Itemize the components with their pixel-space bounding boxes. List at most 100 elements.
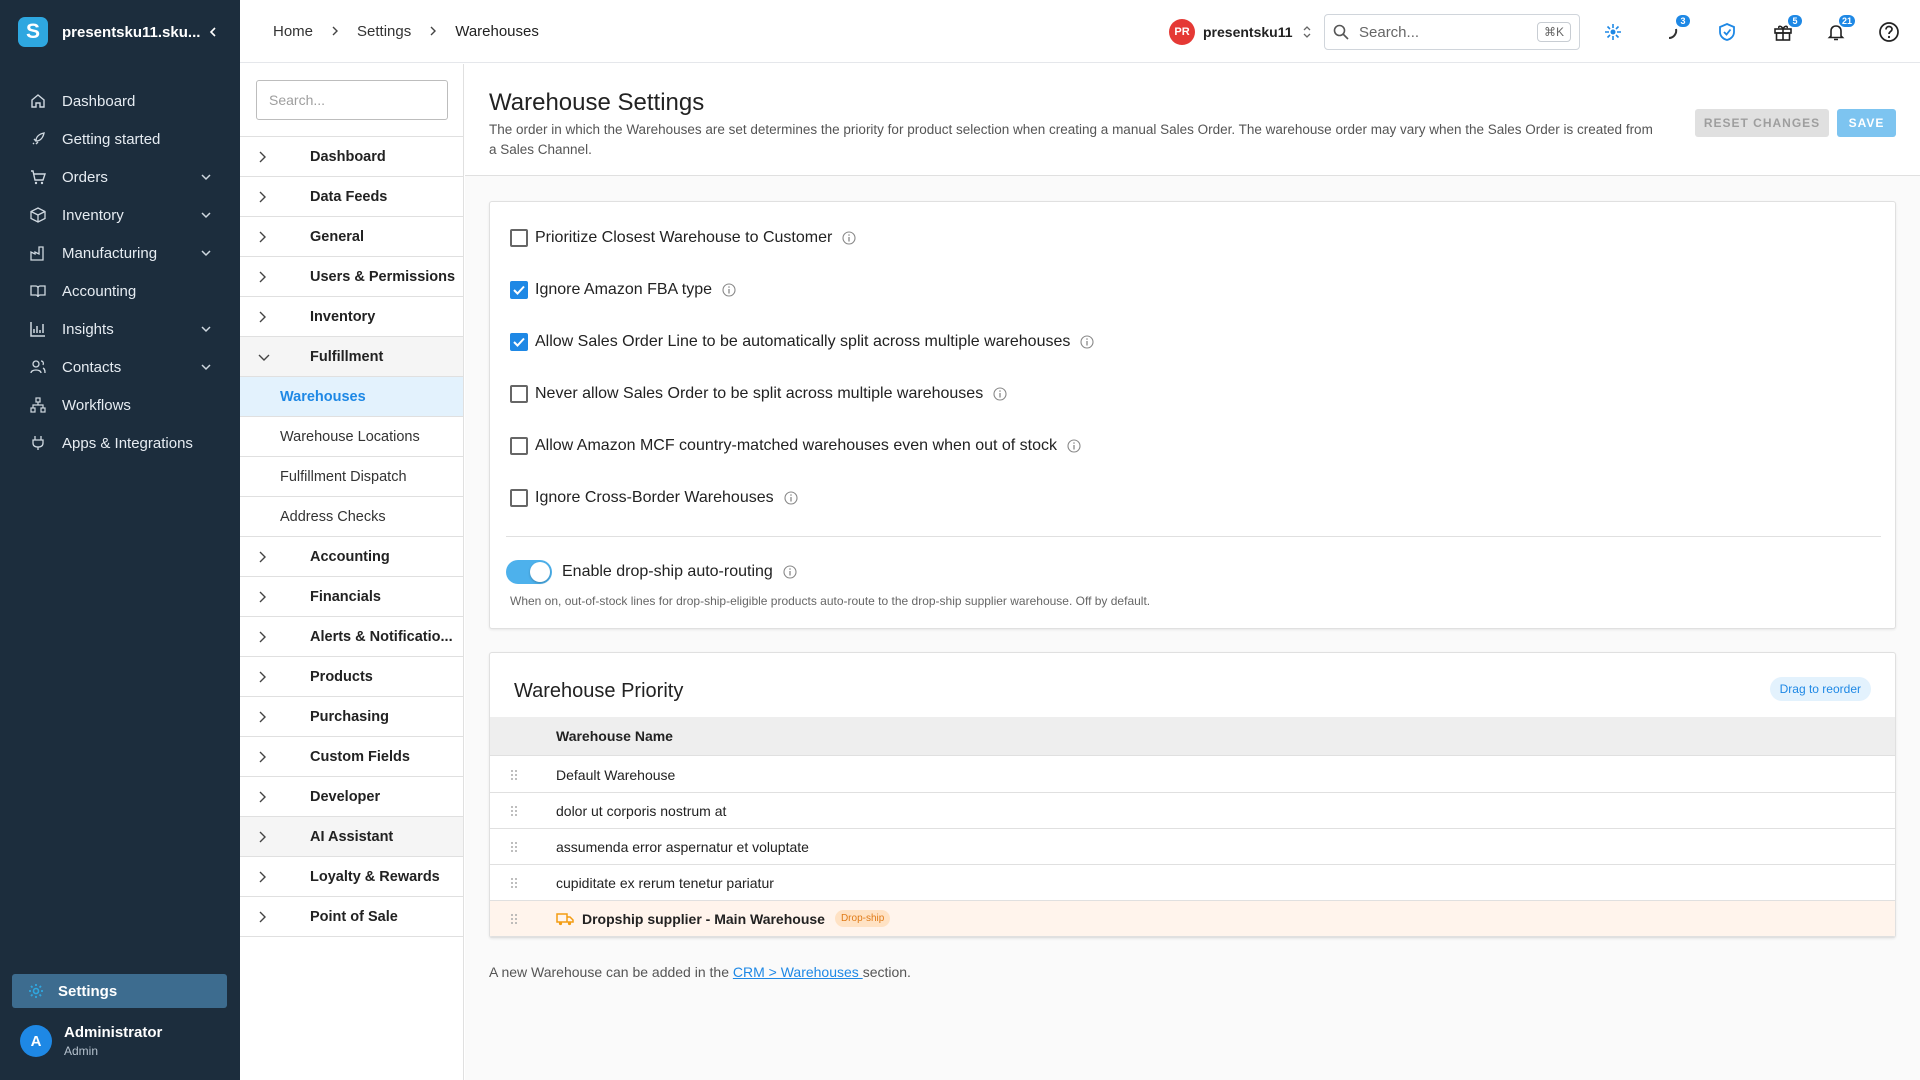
option-never-split[interactable]: Never allow Sales Order to be split acro… bbox=[510, 382, 1007, 406]
workflow-icon bbox=[28, 395, 48, 415]
settings-nav-item[interactable]: Accounting bbox=[240, 537, 463, 577]
settings-nav-label: Alerts & Notificatio... bbox=[310, 628, 453, 645]
sidebar-item-getting-started[interactable]: Getting started bbox=[0, 120, 240, 158]
checkbox[interactable] bbox=[510, 437, 528, 455]
tasks-button[interactable]: 3 bbox=[1658, 15, 1690, 45]
table-row[interactable]: Default Warehouse bbox=[490, 757, 1895, 793]
info-icon[interactable] bbox=[1067, 439, 1081, 453]
settings-nav-item[interactable]: Data Feeds bbox=[240, 177, 463, 217]
settings-nav-label: Accounting bbox=[310, 548, 390, 565]
table-row[interactable]: cupiditate ex rerum tenetur pariatur bbox=[490, 865, 1895, 901]
option-amazon-mcf[interactable]: Allow Amazon MCF country-matched warehou… bbox=[510, 434, 1081, 458]
settings-nav-subitem[interactable]: Warehouse Locations bbox=[240, 417, 463, 457]
option-ignore-fba[interactable]: Ignore Amazon FBA type bbox=[510, 278, 736, 302]
warehouse-name: Dropship supplier - Main Warehouse bbox=[582, 910, 825, 927]
option-prioritize-closest[interactable]: Prioritize Closest Warehouse to Customer bbox=[510, 226, 856, 250]
info-icon[interactable] bbox=[784, 491, 798, 505]
settings-nav-subitem-warehouses[interactable]: Warehouses bbox=[240, 377, 463, 417]
dropship-toggle[interactable] bbox=[506, 560, 552, 584]
info-icon[interactable] bbox=[993, 387, 1007, 401]
sidebar-item-manufacturing[interactable]: Manufacturing bbox=[0, 234, 240, 272]
security-button[interactable] bbox=[1714, 19, 1740, 45]
app-logo[interactable]: S bbox=[18, 17, 48, 47]
drag-handle-icon[interactable] bbox=[490, 841, 556, 853]
settings-nav-item[interactable]: Alerts & Notificatio... bbox=[240, 617, 463, 657]
note-text-end: section. bbox=[862, 964, 911, 980]
chevron-right-icon bbox=[331, 26, 339, 36]
drag-handle-icon[interactable] bbox=[490, 769, 556, 781]
option-ignore-cross-border[interactable]: Ignore Cross-Border Warehouses bbox=[510, 486, 798, 510]
gifts-button[interactable]: 5 bbox=[1770, 15, 1802, 45]
breadcrumb: Home Settings Warehouses bbox=[273, 23, 539, 40]
reset-changes-button[interactable]: RESET CHANGES bbox=[1695, 109, 1829, 137]
sidebar-item-apps-integrations[interactable]: Apps & Integrations bbox=[0, 424, 240, 462]
sidebar-item-contacts[interactable]: Contacts bbox=[0, 348, 240, 386]
sidebar-item-inventory[interactable]: Inventory bbox=[0, 196, 240, 234]
settings-nav-item[interactable]: General bbox=[240, 217, 463, 257]
drag-handle-icon[interactable] bbox=[490, 805, 556, 817]
settings-nav-item[interactable]: Developer bbox=[240, 777, 463, 817]
drag-handle-icon[interactable] bbox=[490, 913, 556, 925]
table-row[interactable]: assumenda error aspernatur et voluptate bbox=[490, 829, 1895, 865]
sidebar-item-workflows[interactable]: Workflows bbox=[0, 386, 240, 424]
settings-nav-item[interactable]: Products bbox=[240, 657, 463, 697]
table-row[interactable]: dolor ut corporis nostrum at bbox=[490, 793, 1895, 829]
option-auto-split[interactable]: Allow Sales Order Line to be automatical… bbox=[510, 330, 1094, 354]
warehouse-name: Default Warehouse bbox=[556, 766, 676, 783]
sidebar-item-dashboard[interactable]: Dashboard bbox=[0, 82, 240, 120]
chevron-right-icon bbox=[258, 711, 278, 723]
info-icon[interactable] bbox=[722, 283, 736, 297]
sidebar-item-settings[interactable]: Settings bbox=[12, 974, 227, 1008]
notifications-button[interactable]: 21 bbox=[1823, 15, 1855, 45]
sidebar-item-orders[interactable]: Orders bbox=[0, 158, 240, 196]
settings-nav-item[interactable]: AI Assistant bbox=[240, 817, 463, 857]
table-row-dropship[interactable]: Dropship supplier - Main Warehouse Drop-… bbox=[490, 901, 1895, 937]
save-button[interactable]: SAVE bbox=[1837, 109, 1896, 137]
settings-nav-item[interactable]: Inventory bbox=[240, 297, 463, 337]
checkbox[interactable] bbox=[510, 489, 528, 507]
checkbox-checked[interactable] bbox=[510, 281, 528, 299]
crm-warehouses-link[interactable]: CRM > Warehouses bbox=[733, 964, 863, 980]
dropship-badge: Drop-ship bbox=[834, 910, 891, 927]
settings-nav-subitem[interactable]: Fulfillment Dispatch bbox=[240, 457, 463, 497]
warehouse-name: cupiditate ex rerum tenetur pariatur bbox=[556, 874, 774, 891]
chevron-right-icon bbox=[258, 631, 278, 643]
user-profile[interactable]: A Administrator Admin bbox=[20, 1024, 162, 1058]
settings-nav-item[interactable]: Custom Fields bbox=[240, 737, 463, 777]
chevron-right-icon bbox=[258, 271, 278, 283]
ai-sparkle-button[interactable] bbox=[1600, 19, 1626, 45]
settings-nav-item[interactable]: Users & Permissions bbox=[240, 257, 463, 297]
global-search[interactable]: ⌘K bbox=[1324, 14, 1580, 50]
account-switcher[interactable]: PR presentsku11 bbox=[1169, 19, 1311, 45]
checkbox[interactable] bbox=[510, 385, 528, 403]
chevron-left-icon bbox=[209, 27, 216, 37]
collapse-sidebar-button[interactable] bbox=[204, 23, 222, 41]
settings-nav-item-fulfillment[interactable]: Fulfillment bbox=[240, 337, 463, 377]
breadcrumb-home[interactable]: Home bbox=[273, 23, 313, 40]
chevron-down-icon bbox=[201, 326, 211, 333]
org-name[interactable]: presentsku11.sku... bbox=[62, 24, 204, 41]
breadcrumb-settings[interactable]: Settings bbox=[357, 23, 411, 40]
sidebar-item-insights[interactable]: Insights bbox=[0, 310, 240, 348]
settings-nav-label: AI Assistant bbox=[310, 828, 394, 845]
settings-nav-item[interactable]: Purchasing bbox=[240, 697, 463, 737]
info-icon[interactable] bbox=[842, 231, 856, 245]
sidebar-item-accounting[interactable]: Accounting bbox=[0, 272, 240, 310]
option-label: Never allow Sales Order to be split acro… bbox=[535, 385, 984, 402]
settings-nav-item[interactable]: Loyalty & Rewards bbox=[240, 857, 463, 897]
help-button[interactable] bbox=[1876, 19, 1902, 45]
toggle-knob bbox=[530, 562, 550, 582]
add-warehouse-note: A new Warehouse can be added in the CRM … bbox=[489, 964, 911, 980]
settings-nav-item[interactable]: Financials bbox=[240, 577, 463, 617]
info-icon[interactable] bbox=[1080, 335, 1094, 349]
checkbox-checked[interactable] bbox=[510, 333, 528, 351]
settings-search-input[interactable] bbox=[256, 80, 448, 120]
drag-handle-icon[interactable] bbox=[490, 877, 556, 889]
settings-nav-subitem[interactable]: Address Checks bbox=[240, 497, 463, 537]
checkbox[interactable] bbox=[510, 229, 528, 247]
settings-nav-item[interactable]: Point of Sale bbox=[240, 897, 463, 937]
warehouse-name: assumenda error aspernatur et voluptate bbox=[556, 838, 809, 855]
global-search-input[interactable] bbox=[1359, 23, 1529, 41]
settings-nav-item[interactable]: Dashboard bbox=[240, 137, 463, 177]
info-icon[interactable] bbox=[783, 565, 797, 579]
